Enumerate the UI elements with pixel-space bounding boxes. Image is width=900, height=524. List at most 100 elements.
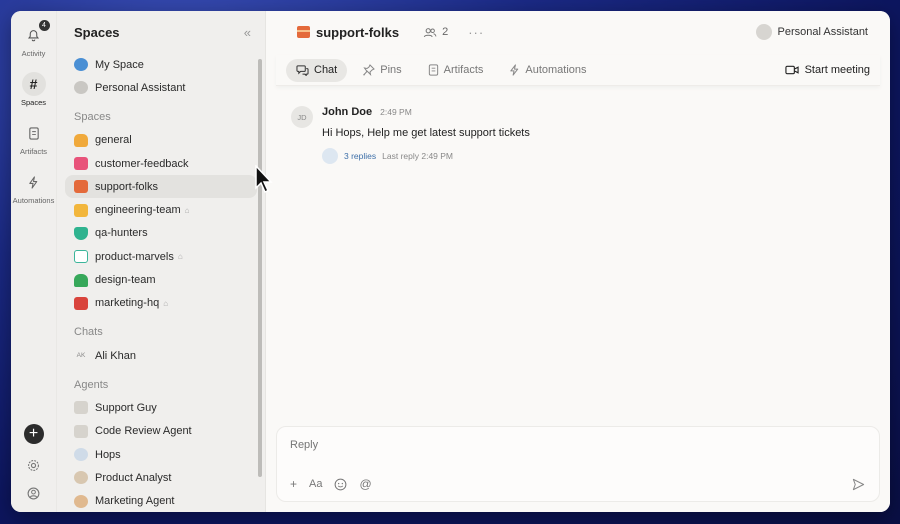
sidebar-item-label: support-folks [95,180,158,193]
main-panel: support-folks 2 ··· Personal Assistant C… [265,11,890,512]
rail-artifacts[interactable]: Artifacts [20,121,47,156]
personal-assistant-button[interactable]: Personal Assistant [755,24,868,40]
sidebar-item-label: Personal Assistant [95,81,186,94]
rail-activity[interactable]: 4 Activity [22,20,50,58]
rail-label-artifacts: Artifacts [19,147,48,156]
agent-avatar-icon [74,448,88,461]
bell-icon: 4 [22,20,50,47]
envelope-icon [74,203,88,217]
tab-artifacts[interactable]: Artifacts [418,59,494,82]
video-camera-icon [784,65,799,75]
spaces-sidebar: Spaces « My Space Personal Assistant Spa… [57,11,265,512]
tab-label: Automations [525,64,587,76]
message-text: Hi Hops, Help me get latest support tick… [322,127,530,139]
sidebar-item-label: Ali Khan [95,349,136,362]
sidebar-item-label: Support Guy [95,401,157,414]
thread-avatar [322,148,338,164]
sidebar-item-product-analyst[interactable]: Product Analyst [65,466,257,489]
sidebar-item-label: engineering-team [95,204,181,217]
message-time: 2:49 PM [380,107,412,117]
sidebar-item-engineering-team[interactable]: engineering-team ⌂ [65,198,257,221]
message-author[interactable]: John Doe [322,106,372,118]
mention-icon[interactable]: @ [359,477,371,491]
toolbox-icon [74,296,88,310]
space-icon [74,133,88,147]
start-meeting-button[interactable]: Start meeting [784,64,870,76]
sidebar-item-personal-assistant[interactable]: Personal Assistant [65,76,257,99]
reply-composer: + Aa @ [276,426,880,502]
tree-icon [74,273,88,287]
replies-link[interactable]: 3 replies [344,151,376,161]
icon-rail: 4 Activity # Spaces Artifacts Automation… [11,11,57,512]
rail-automations[interactable]: Automations [13,170,54,205]
emoji-icon[interactable] [334,478,347,491]
thread-summary[interactable]: 3 replies Last reply 2:49 PM [322,148,530,164]
sidebar-item-marketing-agent[interactable]: Marketing Agent [65,489,257,512]
lightning-icon [510,64,519,76]
tabs-bar: Chat Pins Artifacts Automations Start me… [276,55,880,86]
members-button[interactable]: 2 [423,26,448,38]
sidebar-item-label: design-team [95,274,156,287]
sidebar-item-label: Marketing Agent [95,495,175,508]
people-icon [423,27,437,37]
sidebar-item-customer-feedback[interactable]: customer-feedback [65,152,257,175]
agents-section-label: Agents [74,378,109,391]
collapse-sidebar-icon[interactable]: « [244,25,251,40]
chats-section-label: Chats [74,326,103,339]
sidebar-item-label: customer-feedback [95,157,189,170]
image-icon [74,157,88,171]
last-reply-time: Last reply 2:49 PM [382,151,454,161]
reply-input[interactable] [290,439,832,451]
document-icon [22,121,46,145]
sidebar-scrollbar[interactable] [258,59,262,477]
sidebar-item-label: product-marvels [95,250,174,263]
send-icon[interactable] [852,478,865,491]
avatar: AK [76,352,86,360]
text-format-icon[interactable]: Aa [309,478,322,490]
pin-icon [363,64,376,76]
sidebar-item-label: qa-hunters [95,227,148,240]
channel-header: support-folks 2 ··· Personal Assistant [266,11,890,53]
agent-avatar-icon [74,401,88,415]
sidebar-item-support-folks[interactable]: support-folks [65,175,257,199]
sidebar-item-code-review-agent[interactable]: Code Review Agent [65,420,257,443]
tab-automations[interactable]: Automations [499,59,596,82]
agent-avatar-icon [74,424,88,438]
hash-icon: # [21,72,46,96]
gift-icon [297,26,310,38]
profile-icon[interactable] [27,486,41,500]
sidebar-item-label: Product Analyst [95,471,172,484]
lock-icon: ⌂ [184,205,190,215]
add-button[interactable]: + [23,424,44,444]
agent-avatar-icon [74,471,88,485]
sidebar-item-ali-khan[interactable]: AK Ali Khan [65,344,257,367]
rail-spaces[interactable]: # Spaces [21,72,46,107]
assistant-avatar-icon [755,24,772,40]
message: JD John Doe 2:49 PM Hi Hops, Help me get… [291,106,530,164]
sidebar-item-hops[interactable]: Hops [65,443,257,466]
more-options-icon[interactable]: ··· [468,25,484,40]
rail-label-spaces: Spaces [20,98,47,107]
app-window: 4 Activity # Spaces Artifacts Automation… [11,11,890,512]
sidebar-item-label: My Space [95,58,144,71]
sidebar-item-marketing-hq[interactable]: marketing-hq ⌂ [65,292,257,315]
sidebar-item-product-marvels[interactable]: product-marvels ⌂ [65,245,257,268]
settings-icon[interactable] [27,458,41,472]
sidebar-item-qa-hunters[interactable]: qa-hunters [65,222,257,245]
channel-name: support-folks [316,24,400,40]
gift-icon [74,180,88,194]
sidebar-item-support-guy[interactable]: Support Guy [65,396,257,419]
sidebar-item-design-team[interactable]: design-team [65,268,257,291]
sidebar-item-general[interactable]: general [65,129,257,152]
lock-icon: ⌂ [177,252,183,262]
agent-avatar-icon [74,494,88,508]
sidebar-item-my-space[interactable]: My Space [65,53,257,76]
mouse-cursor-icon [255,165,273,193]
map-icon [74,250,88,264]
lightning-icon [21,170,45,194]
tab-chat[interactable]: Chat [286,58,348,82]
plus-icon[interactable]: + [290,477,297,491]
chat-bubbles-icon [296,65,309,76]
tab-pins[interactable]: Pins [353,59,411,82]
sidebar-item-label: general [95,134,132,147]
